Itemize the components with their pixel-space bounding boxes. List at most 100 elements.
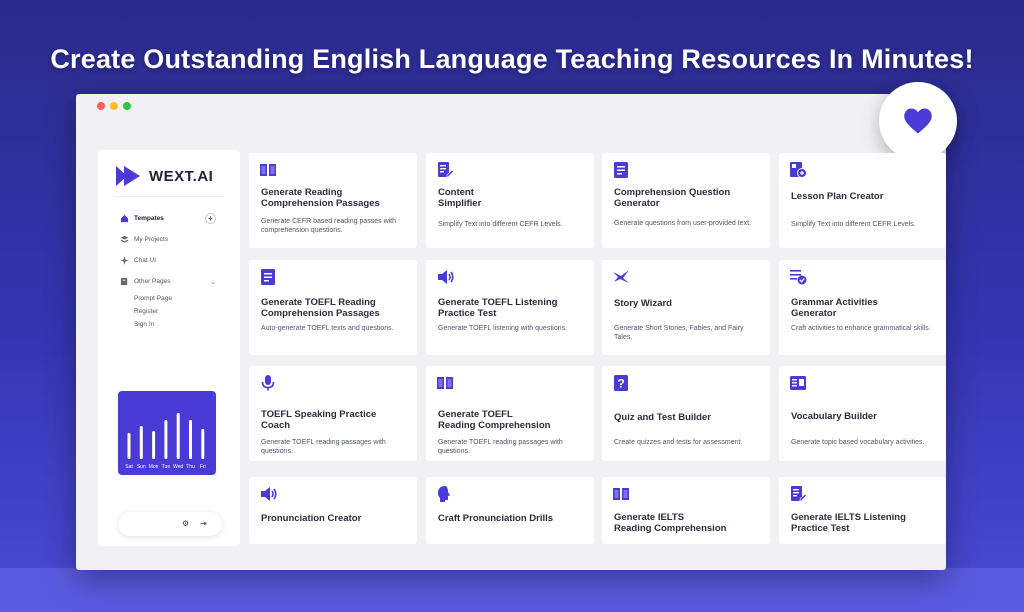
chart-day-label: Mon: [149, 464, 159, 470]
template-card[interactable]: Generate TOEFL Listening Practice Test Ge…: [426, 260, 594, 355]
card-description: Generate TOEFL listening with questions.: [438, 325, 568, 332]
chevron-down-icon[interactable]: ⌄: [210, 278, 216, 286]
chart-day-label: Thu: [186, 464, 195, 470]
maximize-dot[interactable]: [123, 102, 131, 110]
card-description: Generate Short Stories, Fables, and Fair…: [614, 325, 744, 341]
chart-day-label: Sun: [137, 464, 146, 470]
book-icon: [437, 377, 453, 389]
minimize-dot[interactable]: [110, 102, 118, 110]
sidebar-item-label: Tempates: [134, 215, 164, 222]
add-template-button[interactable]: +: [205, 213, 216, 224]
card-description: Simplify Text into different CEFR Levels…: [438, 221, 563, 228]
close-dot[interactable]: [97, 102, 105, 110]
layers-icon: [120, 235, 129, 243]
chart-bar: [201, 429, 205, 459]
template-card[interactable]: Vocabulary Builder Generate topic based v…: [779, 366, 946, 461]
template-card[interactable]: TOEFL Speaking Practice Coach Generate TO…: [249, 366, 417, 461]
sidebar-item-label: Other Pages: [134, 278, 171, 285]
card-title: Generate IELTS Listening Practice Test: [791, 512, 906, 534]
home-icon: [120, 214, 129, 223]
card-title: Quiz and Test Builder: [614, 412, 711, 423]
chart-day-label: Wed: [173, 464, 183, 470]
weekly-bar-chart: Sat Sun Mon Tue Wed Thu Fri: [125, 413, 206, 470]
edit-doc-icon: [791, 486, 807, 502]
sidebar-item-other-pages[interactable]: Other Pages ⌄: [120, 271, 216, 292]
chart-bar: [176, 413, 180, 459]
checklist-icon: [790, 270, 807, 285]
template-card[interactable]: Generate Reading Comprehension Passages G…: [249, 153, 417, 248]
chart-bar: [139, 426, 143, 459]
sidebar-item-chat-ui[interactable]: Chat UI: [120, 250, 216, 271]
chart-bar: [152, 431, 156, 459]
card-description: Generate TOEFL reading passages with que…: [261, 439, 386, 455]
heart-icon: [904, 108, 932, 134]
card-description: Simplify Text into different CEFR Levels…: [791, 221, 916, 228]
card-title: Comprehension Question Generator: [614, 187, 731, 209]
sparkle-icon: [120, 256, 129, 265]
logout-icon[interactable]: ⇥: [200, 519, 207, 528]
favorite-button[interactable]: [879, 82, 957, 160]
book-icon: [613, 488, 629, 500]
chart-bar: [189, 420, 192, 459]
card-title: Generate IELTS Reading Comprehension: [614, 512, 727, 534]
card-title: Pronunciation Creator: [261, 513, 362, 524]
bottom-band: [0, 568, 1024, 612]
card-title: Craft Pronunciation Drills: [438, 513, 554, 524]
chart-day-label: Sat: [125, 464, 133, 470]
sidebar-subitem-register[interactable]: Register: [120, 305, 216, 318]
template-card[interactable]: Generate IELTS Reading Comprehension: [602, 477, 770, 544]
card-description: Create quizzes and tests for assessment.: [614, 439, 743, 446]
card-description: Generate topic based vocabulary activiti…: [791, 439, 925, 446]
book-icon: [260, 164, 276, 176]
template-card[interactable]: Craft Pronunciation Drills: [426, 477, 594, 544]
template-card[interactable]: Pronunciation Creator: [249, 477, 417, 544]
divider: [114, 196, 224, 197]
card-title: Vocabulary Builder: [791, 411, 877, 422]
card-description: Generate CEFR based reading passes with …: [261, 218, 397, 234]
head-speak-icon: [438, 486, 450, 502]
template-card[interactable]: Generate TOEFL Reading Comprehension Pas…: [249, 260, 417, 355]
template-card[interactable]: Story Wizard Generate Short Stories, Fabl…: [602, 260, 770, 355]
gear-icon[interactable]: ⚙: [182, 519, 189, 528]
sidebar-nav: Tempates + My Projects Chat UI Other Pag…: [120, 208, 216, 331]
template-card[interactable]: Content Simplifier Simplify Text into dif…: [426, 153, 594, 248]
document-icon: [261, 269, 275, 285]
sidebar-item-label: Chat UI: [134, 257, 157, 264]
question-icon: ?: [614, 375, 628, 391]
brand[interactable]: WEXT.AI: [116, 166, 213, 186]
template-card[interactable]: Grammar Activities Generator Craft activi…: [779, 260, 946, 355]
template-card[interactable]: Generate TOEFL Reading Comprehension Gene…: [426, 366, 594, 461]
sidebar-item-templates[interactable]: Tempates +: [120, 208, 216, 229]
card-description: Craft activities to enhance grammatical …: [791, 325, 931, 332]
window-controls: [97, 102, 131, 110]
logo-icon: [116, 166, 140, 186]
card-title: Lesson Plan Creator: [791, 191, 884, 202]
settings-pill: ⚙ ⇥: [118, 512, 222, 536]
card-description: Generate questions from user-provided te…: [614, 220, 751, 227]
card-title: Generate TOEFL Listening Practice Test: [438, 297, 558, 319]
card-title: Generate Reading Comprehension Passages: [261, 187, 380, 209]
sidebar-subitem-sign-in[interactable]: Sign In: [120, 318, 216, 331]
template-card[interactable]: Generate IELTS Listening Practice Test: [779, 477, 946, 544]
sidebar: WEXT.AI Tempates + My Projects Chat UI O…: [98, 150, 240, 546]
card-title: Generate TOEFL Reading Comprehension Pas…: [261, 297, 380, 319]
headline: Create Outstanding English Language Teac…: [50, 44, 974, 74]
edit-doc-icon: [438, 162, 454, 178]
sidebar-item-my-projects[interactable]: My Projects: [120, 229, 216, 250]
svg-text:?: ?: [617, 377, 624, 391]
sidebar-subitem-prompt-page[interactable]: Prompt Page: [120, 292, 216, 305]
template-card[interactable]: ? Quiz and Test Builder Create quizzes and…: [602, 366, 770, 461]
template-card[interactable]: Comprehension Question Generator Generate…: [602, 153, 770, 248]
vocab-icon: [790, 376, 806, 390]
card-title: TOEFL Speaking Practice Coach: [261, 409, 377, 431]
chart-day-label: Fri: [200, 464, 206, 470]
card-title: Generate TOEFL Reading Comprehension: [438, 409, 551, 431]
speaker-icon: [261, 487, 277, 501]
chart-bar: [164, 420, 168, 459]
card-title: Story Wizard: [614, 298, 672, 309]
chart-day-label: Tue: [162, 464, 171, 470]
template-card[interactable]: Lesson Plan Creator Simplify Text into di…: [779, 153, 946, 248]
wand-icon: [613, 270, 629, 283]
card-description: Auto-generate TOEFL texts and questions.: [261, 325, 394, 332]
weekly-chart-card: Sat Sun Mon Tue Wed Thu Fri: [118, 391, 216, 475]
